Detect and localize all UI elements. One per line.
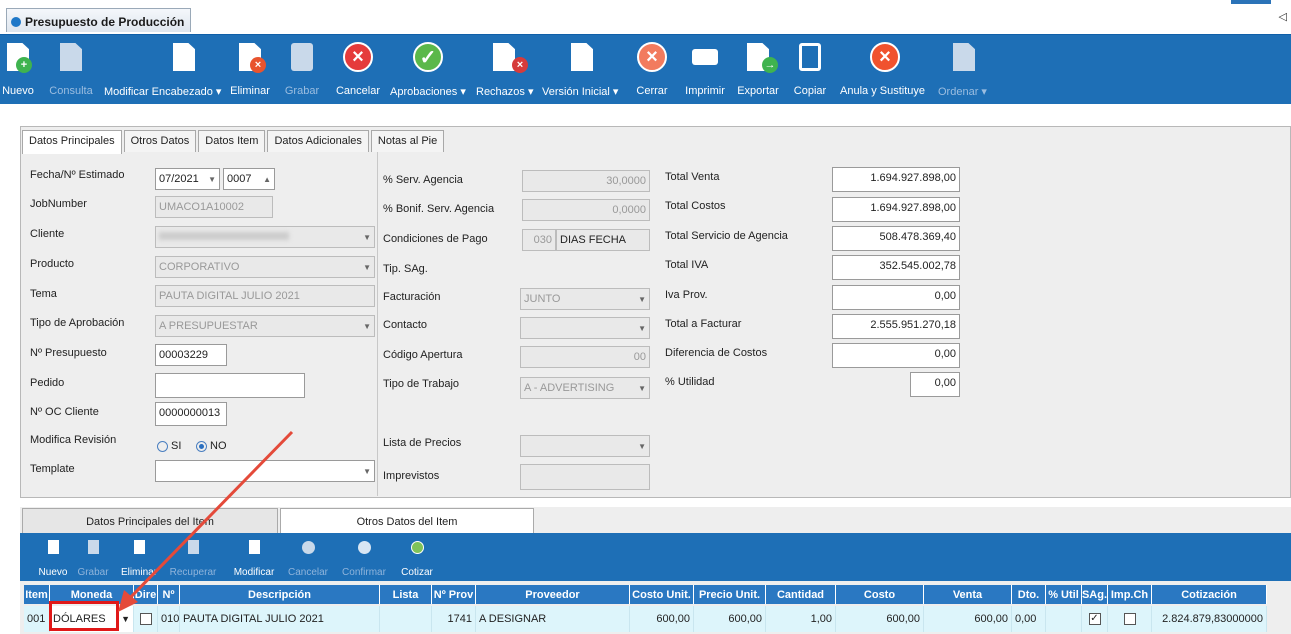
- annotation-arrow: [118, 430, 294, 612]
- arrow-line: [122, 430, 294, 606]
